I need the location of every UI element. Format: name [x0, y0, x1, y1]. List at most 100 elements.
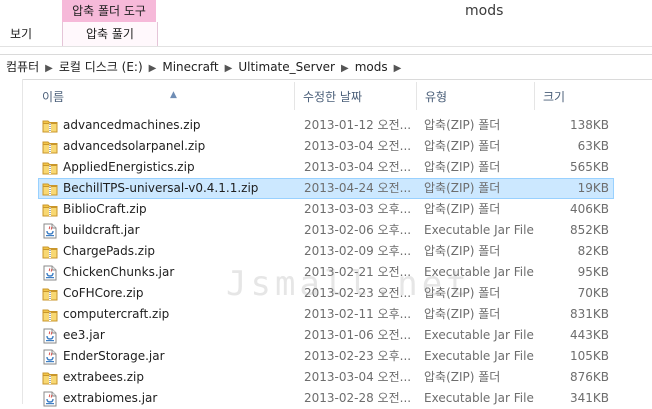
- jar-file-icon: [42, 223, 58, 239]
- breadcrumb-minecraft[interactable]: Minecraft: [162, 55, 218, 79]
- file-name: extrabiomes.jar: [63, 391, 158, 405]
- file-name: extrabees.zip: [63, 370, 144, 384]
- file-date: 2013-02-06 오후...: [304, 223, 412, 237]
- zip-folder-icon: [42, 244, 58, 260]
- file-size: 831KB: [569, 307, 609, 321]
- file-size: 565KB: [569, 160, 609, 174]
- file-type: 압축(ZIP) 폴더: [424, 118, 501, 132]
- zip-folder-icon: [42, 181, 58, 197]
- file-size: 63KB: [577, 139, 609, 153]
- file-date: 2013-03-04 오전...: [304, 139, 412, 153]
- file-date: 2013-01-06 오전...: [304, 328, 412, 342]
- file-size: 852KB: [569, 223, 609, 237]
- zip-folder-icon: [42, 118, 58, 134]
- jar-file-icon: [42, 265, 58, 281]
- watermark: Jsmall.net: [226, 264, 471, 304]
- column-header-name-label: 이름: [42, 90, 65, 104]
- file-rows: advancedmachines.zip 2013-01-12 오전... 압축(Z…: [24, 115, 652, 409]
- file-type: 압축(ZIP) 폴더: [424, 160, 501, 174]
- file-row[interactable]: buildcraft.jar 2013-02-06 오후... Executable…: [24, 220, 652, 241]
- column-header-row: 이름 ▲ 수정한 날짜 유형 크기: [24, 82, 652, 110]
- file-size: 443KB: [569, 328, 609, 342]
- chevron-right-icon[interactable]: ▶: [394, 57, 402, 81]
- zip-folder-icon: [42, 286, 58, 302]
- file-type: Executable Jar File: [424, 223, 534, 237]
- file-date: 2013-01-12 오전...: [304, 118, 412, 132]
- file-date: 2013-03-04 오전...: [304, 370, 412, 384]
- zip-folder-icon: [42, 160, 58, 176]
- address-bar[interactable]: 컴퓨터 ▶ 로컬 디스크 (E:) ▶ Minecraft ▶ Ultimate_Serve…: [0, 54, 652, 80]
- file-type: Executable Jar File: [424, 391, 534, 405]
- file-size: 406KB: [569, 202, 609, 216]
- file-row[interactable]: BechillTPS-universal-v0.4.1.1.zip 2013-04…: [24, 178, 652, 199]
- file-row[interactable]: BiblioCraft.zip 2013-03-03 오후... 압축(ZIP) 폴…: [24, 199, 652, 220]
- tab-view[interactable]: 보기: [10, 22, 32, 46]
- file-size: 70KB: [577, 286, 609, 300]
- file-row[interactable]: computercraft.zip 2013-02-11 오후... 압축(ZIP)…: [24, 304, 652, 325]
- breadcrumb-local-disk[interactable]: 로컬 디스크 (E:): [59, 55, 143, 79]
- file-size: 876KB: [569, 370, 609, 384]
- file-size: 82KB: [577, 244, 609, 258]
- breadcrumb-mods[interactable]: mods: [355, 55, 388, 79]
- file-list[interactable]: 이름 ▲ 수정한 날짜 유형 크기 advancedmachines.zip 20…: [24, 82, 652, 407]
- file-date: 2013-02-09 오후...: [304, 244, 412, 258]
- file-type: Executable Jar File: [424, 349, 534, 363]
- column-header-date[interactable]: 수정한 날짜: [294, 82, 418, 110]
- chevron-right-icon[interactable]: ▶: [225, 57, 233, 81]
- breadcrumb-computer[interactable]: 컴퓨터: [6, 55, 39, 79]
- file-name: ee3.jar: [63, 328, 105, 342]
- file-row[interactable]: ee3.jar 2013-01-06 오전... Executable Jar Fi…: [24, 325, 652, 346]
- file-date: 2013-03-04 오전...: [304, 160, 412, 174]
- breadcrumb: 컴퓨터 ▶ 로컬 디스크 (E:) ▶ Minecraft ▶ Ultimate_Serve…: [6, 55, 407, 79]
- file-row[interactable]: ChargePads.zip 2013-02-09 오후... 압축(ZIP) 폴더…: [24, 241, 652, 262]
- jar-file-icon: [42, 391, 58, 407]
- file-type: Executable Jar File: [424, 328, 534, 342]
- file-size: 19KB: [577, 181, 609, 195]
- file-size: 95KB: [577, 265, 609, 279]
- file-size: 341KB: [569, 391, 609, 405]
- zip-folder-icon: [42, 202, 58, 218]
- file-name: buildcraft.jar: [63, 223, 140, 237]
- file-row[interactable]: advancedsolarpanel.zip 2013-03-04 오전... 압축…: [24, 136, 652, 157]
- file-date: 2013-02-11 오후...: [304, 307, 412, 321]
- file-row[interactable]: AppliedEnergistics.zip 2013-03-04 오전... 압축…: [24, 157, 652, 178]
- file-type: 압축(ZIP) 폴더: [424, 307, 501, 321]
- file-date: 2013-02-28 오전...: [304, 391, 412, 405]
- file-row[interactable]: advancedmachines.zip 2013-01-12 오전... 압축(Z…: [24, 115, 652, 136]
- file-type: 압축(ZIP) 폴더: [424, 244, 501, 258]
- zip-folder-icon: [42, 139, 58, 155]
- file-name: computercraft.zip: [63, 307, 170, 321]
- file-name: BiblioCraft.zip: [63, 202, 147, 216]
- file-row[interactable]: EnderStorage.jar 2013-02-23 오후... Executab…: [24, 346, 652, 367]
- file-size: 105KB: [569, 349, 609, 363]
- chevron-right-icon[interactable]: ▶: [45, 57, 53, 81]
- jar-file-icon: [42, 328, 58, 344]
- column-header-type[interactable]: 유형: [416, 82, 538, 110]
- file-date: 2013-02-23 오후...: [304, 349, 412, 363]
- file-size: 138KB: [569, 118, 609, 132]
- file-name: advancedmachines.zip: [63, 118, 201, 132]
- file-name: AppliedEnergistics.zip: [63, 160, 195, 174]
- file-date: 2013-04-24 오전...: [304, 181, 412, 195]
- chevron-right-icon[interactable]: ▶: [149, 57, 157, 81]
- file-date: 2013-03-03 오후...: [304, 202, 412, 216]
- file-row[interactable]: extrabees.zip 2013-03-04 오전... 압축(ZIP) 폴더 8…: [24, 367, 652, 388]
- column-header-name[interactable]: 이름 ▲: [34, 82, 300, 110]
- file-type: 압축(ZIP) 폴더: [424, 139, 501, 153]
- zip-folder-icon: [42, 307, 58, 323]
- chevron-right-icon[interactable]: ▶: [341, 57, 349, 81]
- navigation-pane[interactable]: [0, 79, 23, 404]
- jar-file-icon: [42, 349, 58, 365]
- window-title: mods: [465, 3, 504, 19]
- file-row[interactable]: extrabiomes.jar 2013-02-28 오전... Executabl…: [24, 388, 652, 409]
- zip-folder-icon: [42, 370, 58, 386]
- breadcrumb-ultimate-server[interactable]: Ultimate_Server: [238, 55, 335, 79]
- column-header-size[interactable]: 크기: [534, 82, 614, 110]
- file-type: 압축(ZIP) 폴더: [424, 181, 501, 195]
- tab-extract[interactable]: 압축 풀기: [62, 22, 158, 46]
- title-bar: 압축 폴더 도구 mods: [0, 0, 652, 24]
- compressed-folder-tools-tab[interactable]: 압축 폴더 도구: [62, 0, 156, 22]
- file-name: advancedsolarpanel.zip: [63, 139, 206, 153]
- ribbon-tabs: 보기 압축 풀기: [0, 22, 652, 47]
- file-type: 압축(ZIP) 폴더: [424, 370, 501, 384]
